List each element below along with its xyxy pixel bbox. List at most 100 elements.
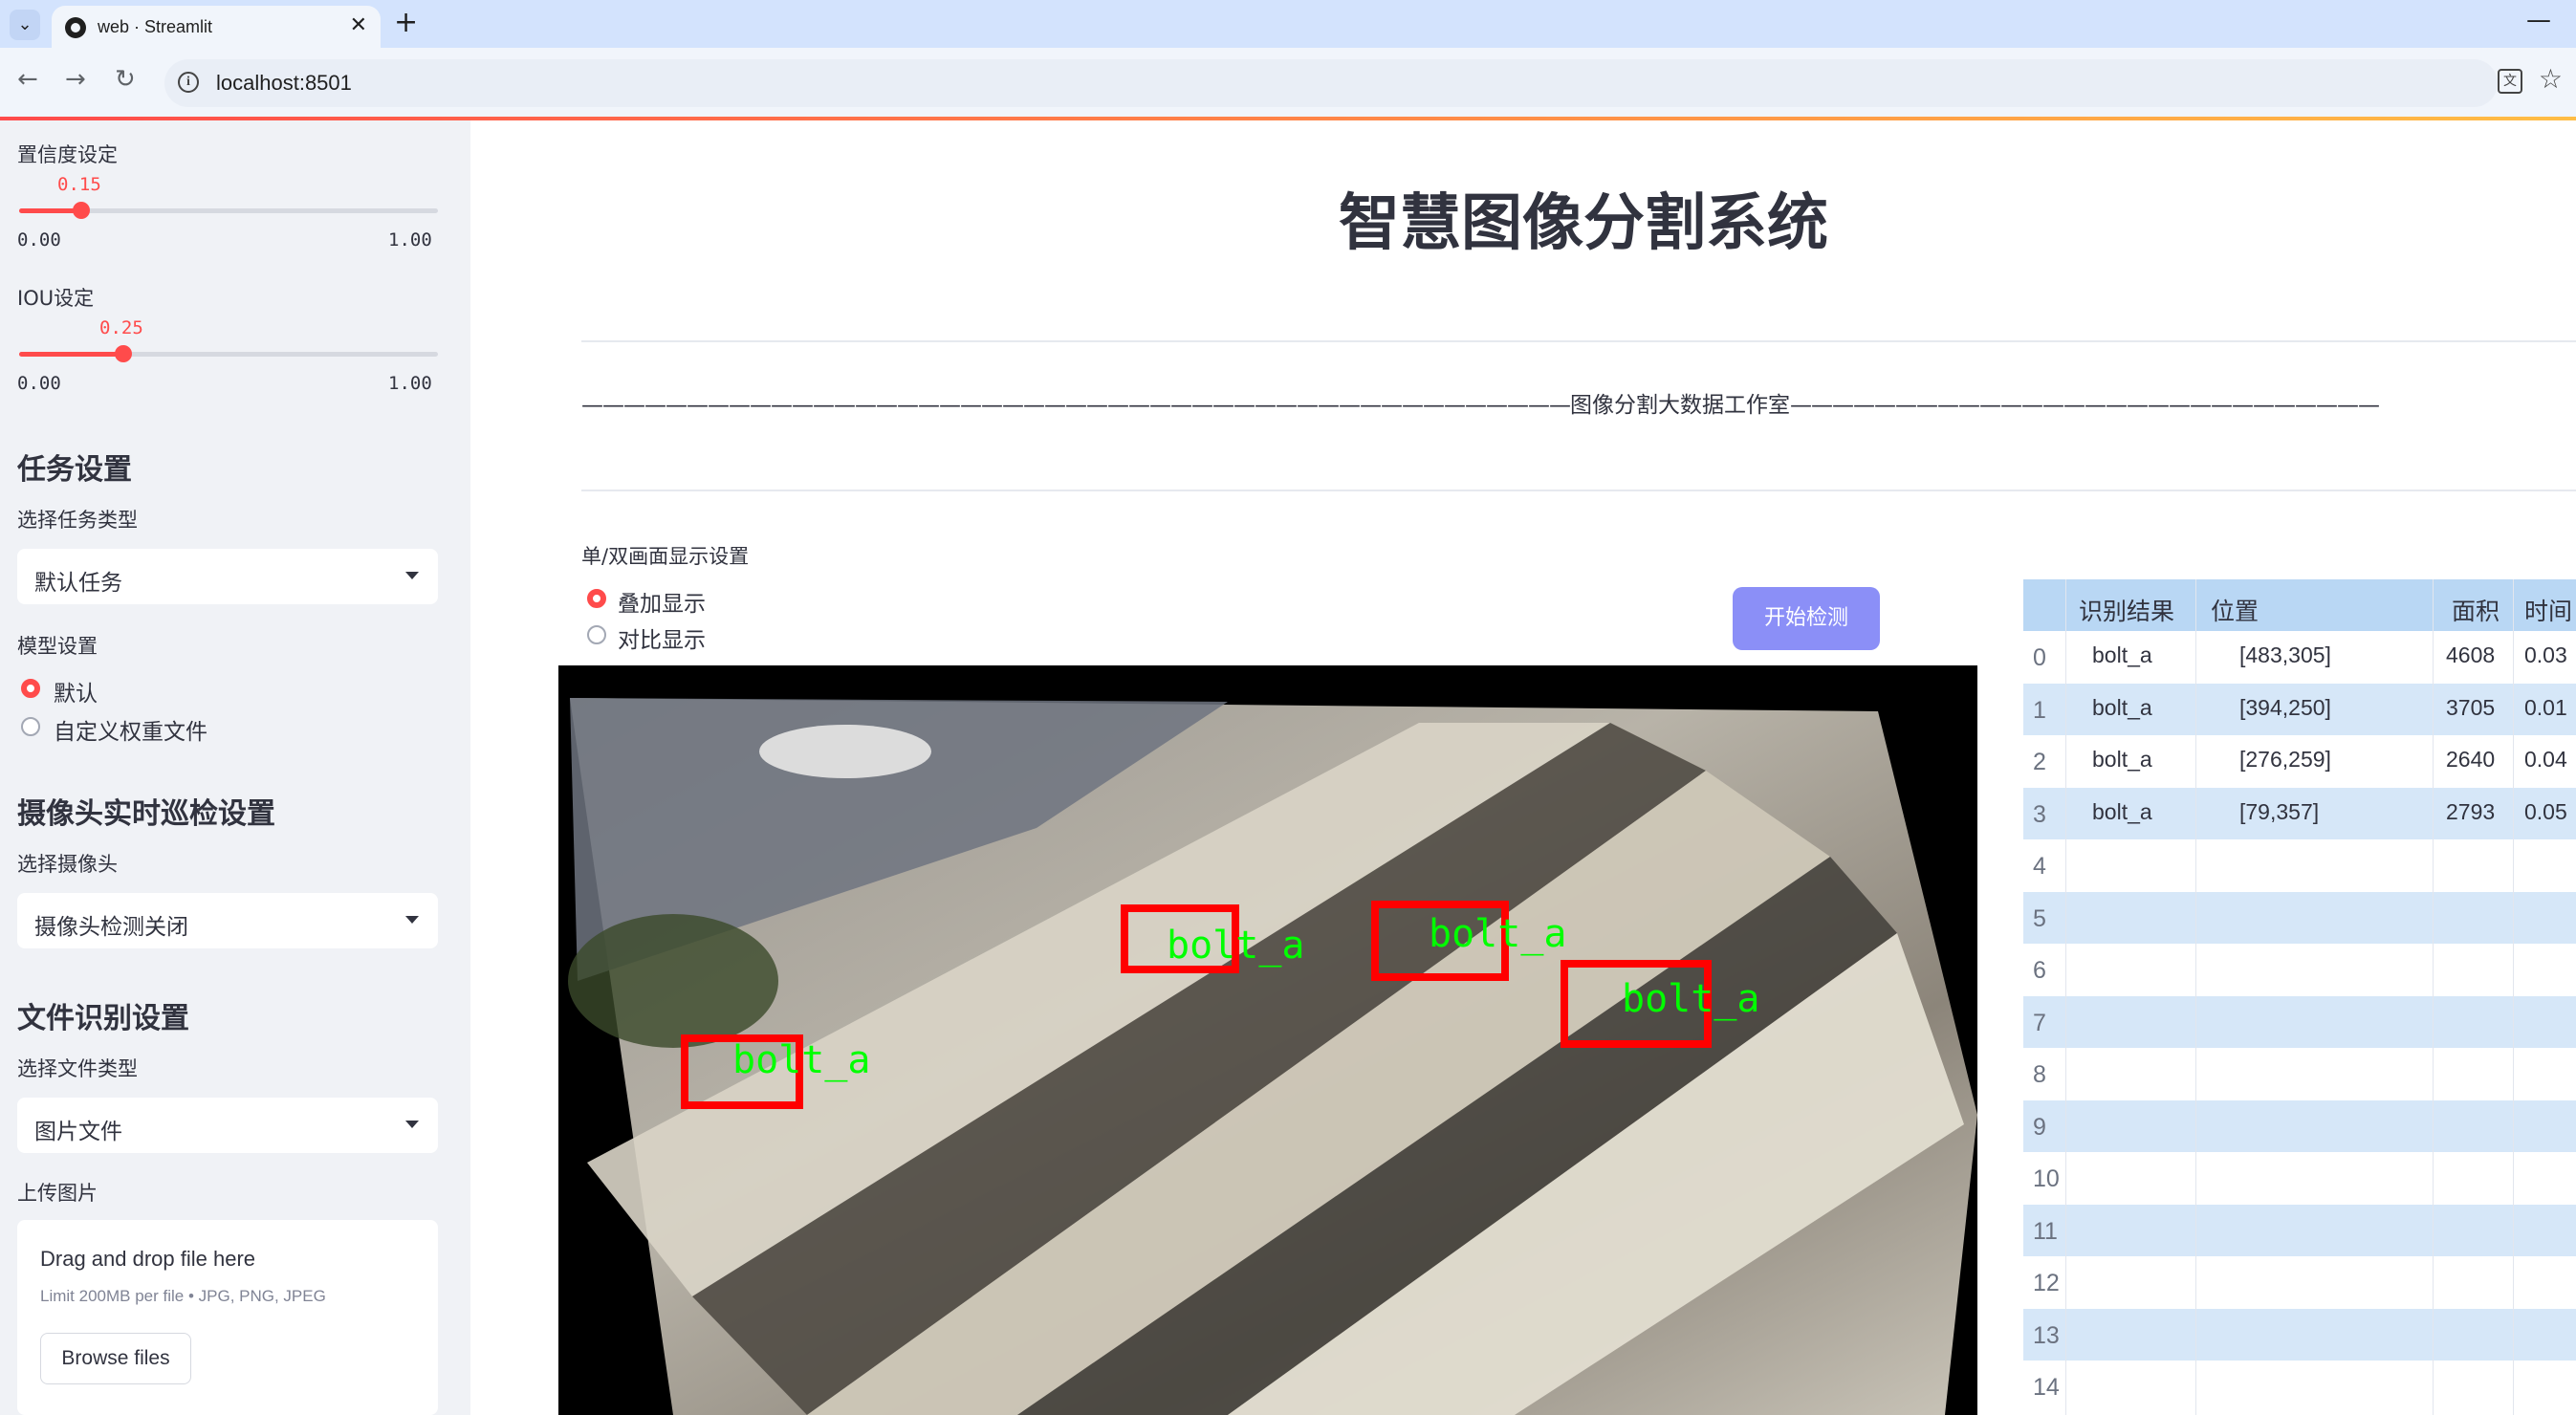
col-header-position[interactable]: 位置 (2211, 593, 2259, 627)
table-row[interactable]: 0 bolt_a [483,305] 4608 0.03 (2023, 631, 2576, 683)
cell-result: bolt_a (2092, 798, 2152, 824)
cell-area: 2793 (2446, 798, 2496, 824)
detection-label: bolt_a (1429, 912, 1567, 956)
confidence-slider-fill (19, 208, 80, 213)
table-row[interactable]: 11 (2023, 1204, 2576, 1256)
results-table[interactable]: 识别结果 位置 面积 时间 0 bolt_a [483,305] 4608 0.03 1 b… (2023, 579, 2576, 1415)
cell-area: 4608 (2446, 642, 2496, 667)
overlay-display-label[interactable]: 叠加显示 (618, 585, 706, 618)
url-text[interactable]: localhost:8501 (216, 71, 352, 96)
streamlit-favicon-icon (65, 17, 86, 38)
address-bar[interactable]: i localhost:8501 (164, 59, 2498, 107)
file-type-label: 选择文件类型 (17, 1057, 138, 1080)
confidence-value: 0.15 (57, 174, 101, 195)
cell-position: [79,357] (2239, 798, 2320, 824)
column-divider (2195, 579, 2196, 1415)
model-default-radio[interactable] (21, 679, 40, 698)
row-index: 0 (2033, 644, 2046, 671)
table-header: 识别结果 位置 面积 时间 (2023, 579, 2576, 631)
iou-value: 0.25 (99, 317, 143, 338)
cell-time: 0.01 (2524, 694, 2567, 720)
model-custom-label[interactable]: 自定义权重文件 (54, 713, 207, 746)
confidence-slider-thumb[interactable] (73, 202, 90, 219)
file-type-value: 图片文件 (34, 1120, 122, 1144)
row-index: 1 (2033, 696, 2046, 724)
browser-tab-bar: ⌄ web · Streamlit ✕ + — (0, 0, 2576, 48)
camera-select[interactable]: 摄像头检测关闭 (17, 893, 438, 948)
close-tab-icon[interactable]: ✕ (350, 13, 367, 37)
minimize-window-icon[interactable]: — (2526, 6, 2551, 34)
back-arrow-icon[interactable]: ← (17, 65, 38, 94)
col-header-time[interactable]: 时间 (2524, 593, 2572, 627)
table-row[interactable]: 14 (2023, 1361, 2576, 1412)
row-index: 4 (2033, 853, 2046, 880)
iou-min: 0.00 (17, 373, 61, 394)
table-row[interactable]: 7 (2023, 995, 2576, 1048)
browser-tab[interactable]: web · Streamlit ✕ (52, 6, 381, 48)
camera-select-label: 选择摄像头 (17, 853, 118, 876)
dropzone-title: Drag and drop file here (40, 1247, 256, 1271)
row-index: 11 (2033, 1217, 2058, 1245)
tab-search-icon[interactable]: ⌄ (10, 10, 40, 40)
browse-files-button[interactable]: Browse files (40, 1333, 191, 1384)
start-detection-button[interactable]: 开始检测 (1733, 587, 1880, 650)
table-row[interactable]: 10 (2023, 1152, 2576, 1204)
table-row[interactable]: 12 (2023, 1256, 2576, 1308)
task-type-value: 默认任务 (34, 571, 122, 596)
overlay-display-radio[interactable] (587, 589, 606, 608)
cell-position: [394,250] (2239, 694, 2331, 720)
tab-title: web · Streamlit (98, 17, 213, 36)
bookmark-star-icon[interactable]: ☆ (2539, 63, 2563, 95)
new-tab-icon[interactable]: + (394, 6, 418, 39)
compare-display-label[interactable]: 对比显示 (618, 621, 706, 654)
table-row[interactable]: 5 (2023, 891, 2576, 944)
task-type-label: 选择任务类型 (17, 509, 138, 532)
reload-icon[interactable]: ↻ (115, 65, 136, 94)
cell-time: 0.04 (2524, 747, 2567, 772)
cell-result: bolt_a (2092, 694, 2152, 720)
table-row[interactable]: 8 (2023, 1048, 2576, 1099)
row-index: 12 (2033, 1270, 2060, 1296)
translate-icon[interactable]: 文 (2498, 69, 2522, 94)
cell-result: bolt_a (2092, 642, 2152, 667)
confidence-label: 置信度设定 (17, 143, 118, 166)
car-shape (759, 725, 931, 778)
site-info-icon[interactable]: i (178, 72, 199, 93)
cell-area: 3705 (2446, 694, 2496, 720)
iou-max: 1.00 (388, 373, 432, 394)
table-row[interactable]: 1 bolt_a [394,250] 3705 0.01 (2023, 683, 2576, 735)
cell-position: [276,259] (2239, 747, 2331, 772)
row-index: 5 (2033, 904, 2046, 932)
compare-display-radio[interactable] (587, 625, 606, 644)
divider (581, 490, 2576, 491)
browser-toolbar: ← → ↻ i localhost:8501 文 ☆ (0, 48, 2576, 117)
table-row[interactable]: 13 (2023, 1308, 2576, 1361)
divider (581, 340, 2576, 342)
row-index: 2 (2033, 749, 2046, 775)
row-index: 10 (2033, 1165, 2060, 1192)
iou-slider[interactable] (19, 345, 438, 362)
table-row[interactable]: 9 (2023, 1099, 2576, 1152)
confidence-slider[interactable] (19, 202, 438, 219)
cell-time: 0.03 (2524, 642, 2567, 667)
table-row[interactable]: 6 (2023, 944, 2576, 995)
table-row[interactable]: 2 bolt_a [276,259] 2640 0.04 (2023, 735, 2576, 787)
forward-arrow-icon[interactable]: → (65, 65, 86, 94)
iou-label: IOU设定 (17, 287, 95, 310)
file-dropzone[interactable]: Drag and drop file here Limit 200MB per … (17, 1220, 438, 1415)
column-divider (2065, 579, 2066, 1415)
model-custom-radio[interactable] (21, 717, 40, 736)
col-header-area[interactable]: 面积 (2452, 593, 2500, 627)
iou-slider-thumb[interactable] (115, 345, 132, 362)
confidence-min: 0.00 (17, 229, 61, 250)
col-header-result[interactable]: 识别结果 (2079, 593, 2174, 627)
camera-select-value: 摄像头检测关闭 (34, 915, 188, 940)
model-default-label[interactable]: 默认 (54, 675, 98, 708)
column-divider (2513, 579, 2514, 1415)
table-row[interactable]: 3 bolt_a [79,357] 2793 0.05 (2023, 787, 2576, 839)
result-image-svg: bolt_a bolt_a bolt_a bolt_a (558, 665, 1977, 1415)
task-type-select[interactable]: 默认任务 (17, 549, 438, 604)
file-type-select[interactable]: 图片文件 (17, 1098, 438, 1153)
cell-position: [483,305] (2239, 642, 2331, 667)
table-row[interactable]: 4 (2023, 839, 2576, 891)
